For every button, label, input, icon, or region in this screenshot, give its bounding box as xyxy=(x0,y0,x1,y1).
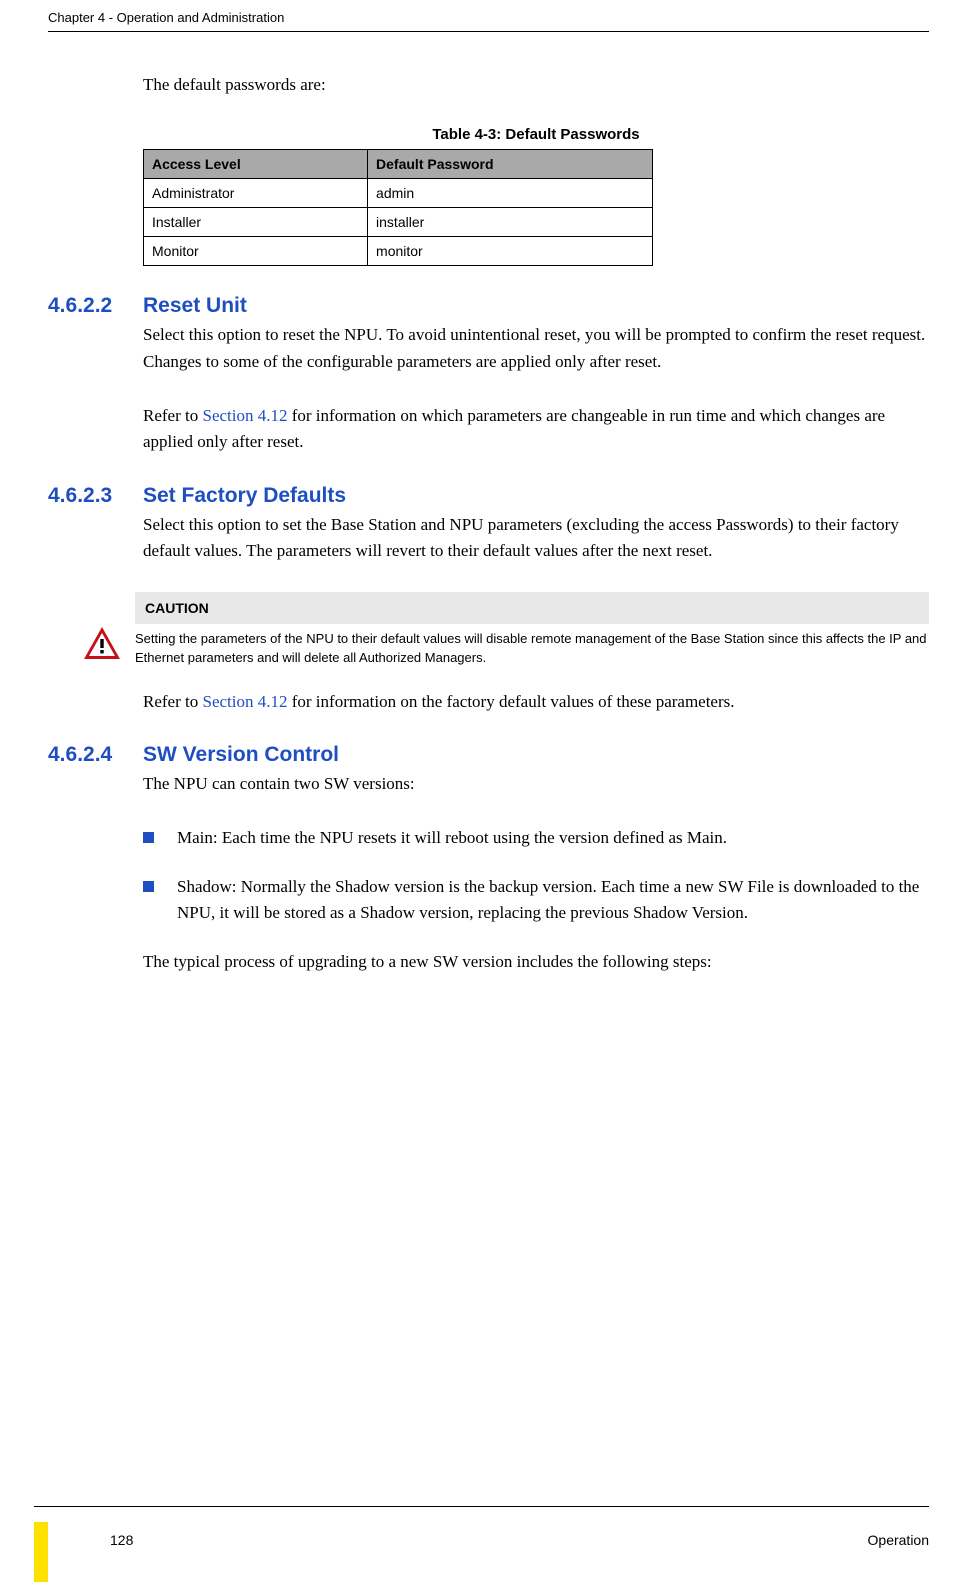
reset-p2: Refer to Section 4.12 for information on… xyxy=(143,403,929,456)
table-row: Monitor monitor xyxy=(144,237,653,266)
footer-rule xyxy=(34,1506,929,1507)
table-row: Installer installer xyxy=(144,208,653,237)
swver-p2: The typical process of upgrading to a ne… xyxy=(143,949,929,975)
caution-label: CAUTION xyxy=(135,592,929,624)
factory-p2: Refer to Section 4.12 for information on… xyxy=(143,689,929,715)
section-number: 4.6.2.3 xyxy=(48,484,143,508)
text: Refer to xyxy=(143,406,202,425)
cell-level: Installer xyxy=(144,208,368,237)
warning-icon xyxy=(83,626,121,665)
section-title: SW Version Control xyxy=(143,743,339,767)
section-number: 4.6.2.4 xyxy=(48,743,143,767)
swver-p1: The NPU can contain two SW versions: xyxy=(143,771,929,797)
cell-pw: admin xyxy=(368,179,653,208)
section-number: 4.6.2.2 xyxy=(48,294,143,318)
text: Refer to xyxy=(143,692,202,711)
footer-label: Operation xyxy=(868,1532,929,1548)
table-row: Administrator admin xyxy=(144,179,653,208)
default-passwords-table: Access Level Default Password Administra… xyxy=(143,149,653,266)
page-tab-marker xyxy=(34,1522,48,1582)
cell-level: Administrator xyxy=(144,179,368,208)
factory-p1: Select this option to set the Base Stati… xyxy=(143,512,929,565)
section-heading-reset: 4.6.2.2 Reset Unit xyxy=(48,294,929,318)
header-rule xyxy=(48,31,929,32)
section-link[interactable]: Section 4.12 xyxy=(202,692,287,711)
reset-p1: Select this option to reset the NPU. To … xyxy=(143,322,929,375)
table-header-password: Default Password xyxy=(368,150,653,179)
page-number: 128 xyxy=(110,1532,133,1548)
table-caption: Table 4-3: Default Passwords xyxy=(143,126,929,143)
section-heading-factory: 4.6.2.3 Set Factory Defaults xyxy=(48,484,929,508)
chapter-header: Chapter 4 - Operation and Administration xyxy=(48,10,929,31)
section-title: Set Factory Defaults xyxy=(143,484,346,508)
intro-text: The default passwords are: xyxy=(143,72,929,98)
list-item: Main: Each time the NPU resets it will r… xyxy=(143,825,929,851)
table-header-access: Access Level xyxy=(144,150,368,179)
caution-text: Setting the parameters of the NPU to the… xyxy=(135,624,929,666)
list-item: Shadow: Normally the Shadow version is t… xyxy=(143,874,929,927)
text: for information on the factory default v… xyxy=(287,692,734,711)
swver-bullet-list: Main: Each time the NPU resets it will r… xyxy=(143,825,929,926)
cell-pw: monitor xyxy=(368,237,653,266)
section-heading-swver: 4.6.2.4 SW Version Control xyxy=(48,743,929,767)
section-link[interactable]: Section 4.12 xyxy=(202,406,287,425)
cell-level: Monitor xyxy=(144,237,368,266)
caution-block: CAUTION Setting the parameters of the NP… xyxy=(83,592,929,666)
section-title: Reset Unit xyxy=(143,294,247,318)
cell-pw: installer xyxy=(368,208,653,237)
